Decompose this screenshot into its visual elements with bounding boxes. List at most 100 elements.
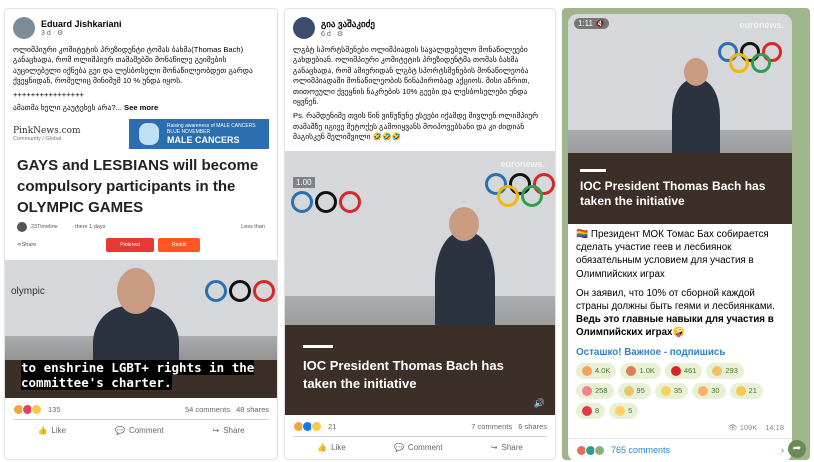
article-headline[interactable]: GAYS and LESBIANS will become compulsory… <box>5 149 277 218</box>
post-video[interactable]: euronews. 1.00 IOC President Thomas Bach… <box>285 150 555 415</box>
reaction-row: 135 54 comments 48 shares <box>5 398 277 419</box>
euronews-logo: euronews. <box>739 20 784 30</box>
volume-icon[interactable]: 🔊 <box>534 398 545 409</box>
like-icon: 👍 <box>37 426 48 436</box>
caption-accent-bar <box>303 344 333 348</box>
post-meta: 3 d · ⚙ <box>41 30 64 37</box>
reaction-chip-count: 461 <box>683 366 697 376</box>
olympic-backdrop-text: olympic <box>11 286 45 298</box>
reaction-chip[interactable]: 8 <box>576 402 606 419</box>
message-bubble: 1:11 🔇 euronews. IOC President Thomas Ba… <box>568 14 792 460</box>
reaction-icons[interactable]: 21 <box>293 420 337 432</box>
emoji-icon <box>735 385 746 396</box>
emoji-icon <box>582 405 592 416</box>
olympic-rings-icon-left <box>291 190 361 231</box>
olympic-rings-icon <box>485 172 555 213</box>
emoji-icon <box>623 385 634 396</box>
reaction-chip[interactable]: 21 <box>729 382 763 399</box>
author-name[interactable]: გია ვაშაკიძე <box>321 19 375 30</box>
post-header: Eduard Jishkariani 3 d · ⚙ <box>5 9 277 43</box>
share-button[interactable]: ↪ Share <box>491 443 523 452</box>
share-count[interactable]: 6 shares <box>518 422 547 431</box>
reaction-chip[interactable]: 293 <box>706 362 744 379</box>
post-meta: 6 d · ⚙ <box>321 30 344 38</box>
reaction-chip-count: 95 <box>636 386 645 396</box>
ad-banner[interactable]: Raising awareness of MALE CANCERS BLUE N… <box>129 119 269 150</box>
comment-count[interactable]: 54 comments <box>185 405 230 414</box>
comment-icon: 💬 <box>393 442 404 452</box>
pinterest-button[interactable]: Pinterest <box>106 238 155 253</box>
reaction-chip-count: 8 <box>595 406 600 416</box>
comment-button[interactable]: 💬 Comment <box>394 443 443 452</box>
message-time: 14:18 <box>765 422 784 432</box>
reaction-chip-count: 30 <box>711 386 720 396</box>
emoji-icon <box>626 365 637 376</box>
comment-count[interactable]: 7 comments <box>471 422 512 431</box>
post-text: ლგბტ სპორტსმენები ოლიმპიადის სავალდებულო… <box>285 43 555 145</box>
speaker-face <box>684 58 708 86</box>
facebook-post-1: Eduard Jishkariani 3 d · ⚙ ოლიმპიური კომ… <box>4 8 278 460</box>
ad-big-text: MALE CANCERS <box>167 135 240 146</box>
reaction-chip-count: 293 <box>725 366 738 376</box>
reddit-button[interactable]: Reddit <box>158 238 201 253</box>
share-arrow-icon: ↪ <box>212 426 220 436</box>
olympic-rings-icon <box>718 42 788 82</box>
comments-button[interactable]: 765 comments › <box>568 437 792 460</box>
reaction-chip[interactable]: 461 <box>664 362 703 379</box>
see-more-link[interactable]: See more <box>124 103 158 112</box>
byline-avatar <box>17 222 27 233</box>
video-caption: IOC President Thomas Bach has taken the … <box>303 339 539 393</box>
site-logo[interactable]: PinkNews.com <box>13 126 81 136</box>
emoji-icon <box>670 365 681 376</box>
reaction-chip[interactable]: 95 <box>617 382 651 399</box>
view-count: 👁 109K <box>728 422 758 432</box>
reaction-chip[interactable]: 1.0K <box>620 362 661 379</box>
share-count[interactable]: 48 shares <box>236 405 269 414</box>
action-bar: 👍 Like 💬 Comment ↪ Share <box>293 435 547 458</box>
message-text: 🏳️‍🌈 Президент МОК Томас Бах собирается … <box>568 224 792 363</box>
reaction-chip[interactable]: 258 <box>576 382 614 399</box>
reaction-chip[interactable]: 30 <box>692 382 726 399</box>
post-body: ლგბტ სპორტსმენები ოლიმპიადის სავალდებულო… <box>293 45 530 107</box>
reaction-row: 21 7 comments 6 shares <box>285 415 555 436</box>
like-button[interactable]: 👍 Like <box>317 443 346 452</box>
reaction-chip-count: 1.0K <box>639 366 655 376</box>
like-button[interactable]: 👍 Like <box>37 426 66 435</box>
commenter-avatar <box>594 444 605 456</box>
chevron-right-icon: › <box>781 445 784 456</box>
avatar[interactable] <box>293 17 315 39</box>
emoji-icon <box>712 365 723 376</box>
subscribe-link[interactable]: Осташко! Важное - подпишись <box>576 346 784 359</box>
wow-icon <box>31 404 42 416</box>
site-subtitle: Community / Global <box>13 136 62 143</box>
emoji-icon <box>582 385 592 396</box>
byline: 23Timeline <box>31 224 58 231</box>
post-body: ოლიმპიური კომიტეტის პრეზიდენტი ტომას ბახ… <box>13 45 253 86</box>
post-ps: Ps. რამდენიმე თვის წინ ვიწუწუნე ესეები ი… <box>293 111 539 142</box>
comment-icon: 💬 <box>114 426 125 436</box>
reaction-count: 135 <box>48 405 61 415</box>
action-bar: 👍 Like 💬 Comment ↪ Share <box>13 419 269 441</box>
post-video[interactable]: 1:11 🔇 euronews. IOC President Thomas Ba… <box>568 14 792 224</box>
less-than-label: Less than <box>241 224 265 231</box>
reaction-chip-count: 5 <box>628 406 633 416</box>
share-button[interactable]: ↪ Share <box>213 426 245 435</box>
reaction-chip[interactable]: 4.0K <box>576 362 617 379</box>
avatar[interactable] <box>13 17 35 39</box>
reaction-chip[interactable]: 35 <box>654 382 689 399</box>
post-text: ოლიმპიური კომიტეტის პრეზიდენტი ტომას ბახ… <box>5 43 277 115</box>
author-name[interactable]: Eduard Jishkariani <box>41 19 122 29</box>
post-video[interactable]: olympic to enshrine LGBT+ rights in the … <box>5 260 277 399</box>
comment-button[interactable]: 💬 Comment <box>115 426 164 435</box>
forward-icon[interactable]: ➦ <box>788 440 806 458</box>
video-timecode: 1.00 <box>293 176 315 188</box>
reaction-chip[interactable]: 5 <box>609 402 639 419</box>
video-duration: 1:11 🔇 <box>574 18 610 29</box>
olympic-rings-icon <box>205 280 275 320</box>
wow-icon <box>311 420 322 432</box>
reaction-count: 21 <box>328 421 337 431</box>
comments-count: 765 comments <box>611 445 671 456</box>
emoji-icon <box>615 405 626 416</box>
reaction-icons[interactable]: 135 <box>13 404 61 416</box>
share-label[interactable]: Share <box>22 242 37 248</box>
